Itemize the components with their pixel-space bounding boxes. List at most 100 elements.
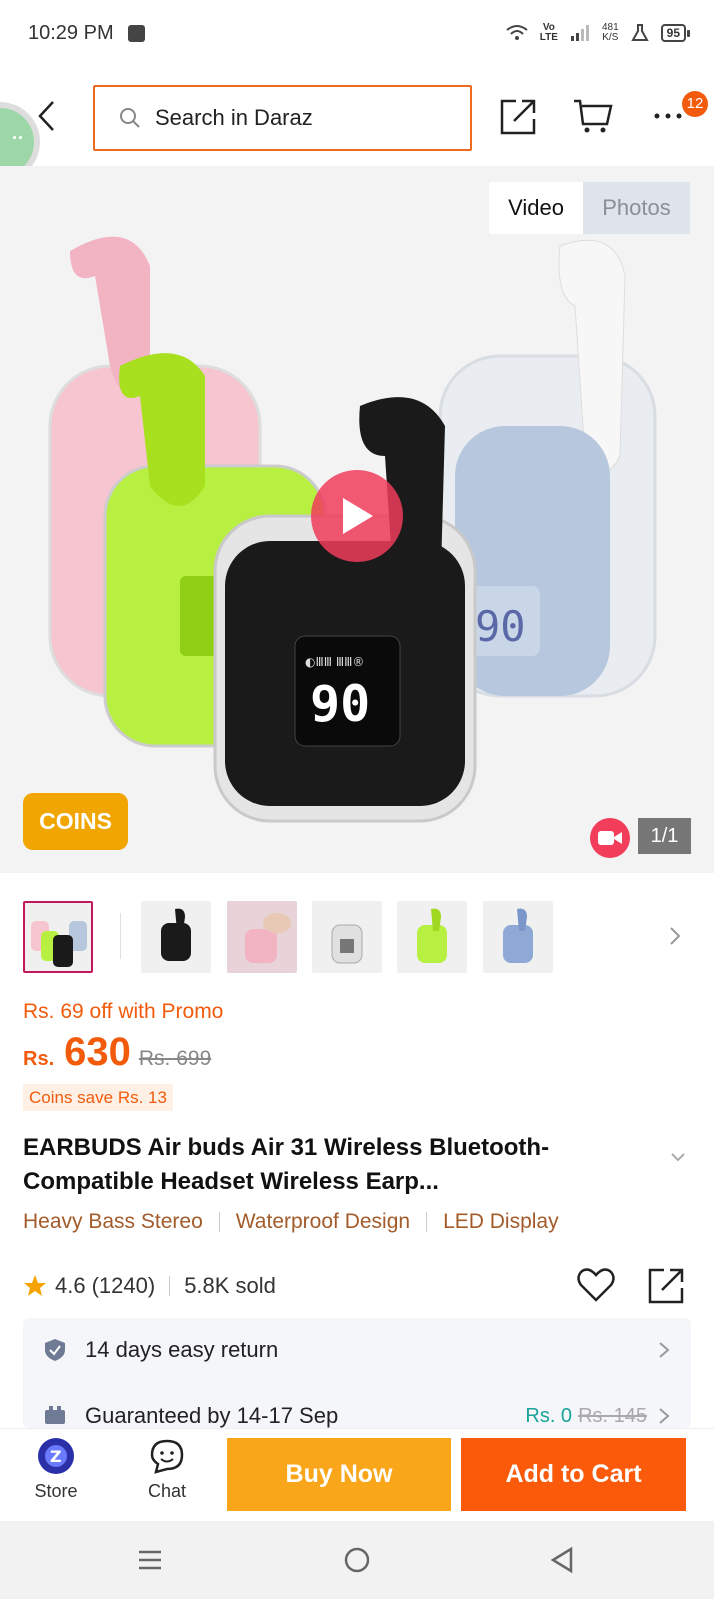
chat-icon <box>150 1439 184 1474</box>
network-speed: 481 K/S <box>602 23 619 43</box>
thumbnail-1[interactable] <box>23 901 93 973</box>
delivery-fee: Rs. 0 <box>525 1404 573 1427</box>
service-info-card: 14 days easy return Guaranteed by 14-17 … <box>23 1318 691 1428</box>
search-input[interactable]: Search in Daraz <box>93 85 472 151</box>
thumbnail-divider <box>120 913 121 959</box>
delivery-row[interactable]: Guaranteed by 14-17 Sep Rs. 0 Rs. 145 <box>23 1388 691 1428</box>
svg-text:Z: Z <box>50 1447 62 1466</box>
price-amount: 630 <box>64 1030 131 1074</box>
product-title: EARBUDS Air buds Air 31 Wireless Bluetoo… <box>23 1134 550 1195</box>
recent-apps-button[interactable] <box>133 1543 167 1577</box>
chevron-down-icon <box>671 1153 685 1162</box>
cart-button[interactable] <box>571 94 615 138</box>
thumbnail-6[interactable] <box>483 901 553 973</box>
status-bar: 10:29 PM Vo LTE 481 K/S 95 <box>0 0 714 66</box>
feature-tags: Heavy Bass Stereo Waterproof Design LED … <box>23 1210 559 1234</box>
feature-tag: LED Display <box>443 1210 559 1233</box>
coins-save-tag: Coins save Rs. 13 <box>23 1084 173 1111</box>
star-icon <box>24 1275 46 1296</box>
thumbnails-next-button[interactable] <box>668 925 688 949</box>
status-icons: Vo LTE 481 K/S 95 <box>506 23 691 43</box>
delivery-old-fee: Rs. 145 <box>578 1404 647 1427</box>
feature-divider <box>218 1212 220 1232</box>
search-icon <box>120 108 140 128</box>
thumbnail-image <box>331 924 363 964</box>
coins-badge: COINS <box>23 793 128 850</box>
more-badge: 12 <box>682 91 708 117</box>
sold-count: 5.8K sold <box>184 1273 276 1298</box>
back-triangle-icon <box>550 1546 573 1574</box>
speed-unit: K/S <box>602 32 619 43</box>
signal-icon <box>570 25 589 41</box>
share-icon <box>500 99 536 135</box>
tab-photos[interactable]: Photos <box>583 182 690 234</box>
buy-now-button[interactable]: Buy Now <box>227 1438 451 1511</box>
price-row: Rs. 630 Rs. 699 <box>23 1030 211 1075</box>
home-button[interactable] <box>340 1543 374 1577</box>
feature-tag: Waterproof Design <box>235 1210 411 1233</box>
return-policy-label: 14 days easy return <box>85 1337 279 1362</box>
video-camera-icon <box>598 831 622 845</box>
flask-icon <box>630 24 649 41</box>
rating-divider <box>169 1276 171 1296</box>
delivery-label: Guaranteed by 14-17 Sep <box>85 1403 339 1428</box>
thumbnail-strip <box>0 873 714 983</box>
store-label: Store <box>34 1481 78 1501</box>
wifi-icon <box>506 25 528 40</box>
product-page: 10:29 PM Vo LTE 481 K/S 95 Search in Daraz <box>0 0 714 1599</box>
chat-label: Chat <box>147 1481 187 1501</box>
original-price: Rs. 699 <box>138 1047 212 1070</box>
notification-icon <box>127 24 145 42</box>
bottom-action-bar: Z Store Chat Buy Now Add to Cart <box>0 1428 714 1521</box>
chat-button[interactable]: Chat <box>131 1437 203 1513</box>
thumbnail-image <box>503 908 533 963</box>
search-placeholder: Search in Daraz <box>155 105 313 130</box>
thumbnail-image <box>245 913 291 963</box>
title-expand-button[interactable] <box>670 1150 692 1172</box>
thumbnail-3[interactable] <box>227 901 297 973</box>
delivery-price: Rs. 0 Rs. 145 <box>525 1405 647 1428</box>
network-bottom: LTE <box>539 32 558 43</box>
store-icon: Z <box>38 1438 74 1474</box>
store-button[interactable]: Z Store <box>20 1437 92 1513</box>
svg-text:90: 90 <box>310 675 370 733</box>
cart-icon <box>574 99 613 133</box>
home-circle-icon <box>344 1547 370 1573</box>
system-nav-bar <box>0 1521 714 1599</box>
return-policy-row[interactable]: 14 days easy return <box>23 1322 691 1378</box>
chevron-right-icon <box>659 1342 670 1358</box>
wishlist-button[interactable] <box>576 1266 618 1306</box>
truck-icon <box>45 1406 65 1424</box>
play-icon <box>343 498 373 534</box>
share-button[interactable] <box>497 94 541 138</box>
dots-icon: ·· <box>12 128 24 148</box>
chevron-right-icon <box>659 1408 670 1424</box>
price-currency: Rs. <box>23 1048 55 1070</box>
thumbnail-4[interactable] <box>312 901 382 973</box>
heart-icon <box>577 1268 615 1302</box>
share-product-button[interactable] <box>648 1266 690 1306</box>
thumbnail-image <box>417 908 447 963</box>
rating-count[interactable]: (1240) <box>92 1273 156 1299</box>
feature-divider <box>426 1212 428 1232</box>
svg-text:90: 90 <box>475 602 526 651</box>
thumbnail-5[interactable] <box>397 901 467 973</box>
network-type: Vo LTE <box>540 23 558 43</box>
thumbnail-image <box>31 921 87 967</box>
tab-video[interactable]: Video <box>489 182 583 234</box>
video-camera-button[interactable] <box>590 818 630 858</box>
status-time: 10:29 PM <box>28 21 114 44</box>
chevron-left-icon <box>38 101 54 131</box>
thumbnail-2[interactable] <box>141 901 211 973</box>
media-tabs: Video Photos <box>489 182 690 234</box>
share-icon <box>648 1268 684 1304</box>
add-to-cart-button[interactable]: Add to Cart <box>461 1438 686 1511</box>
system-back-button[interactable] <box>545 1543 579 1577</box>
rating-score[interactable]: 4.6 <box>55 1273 86 1299</box>
media-counter: 1/1 <box>638 818 691 854</box>
play-button[interactable] <box>311 470 403 562</box>
feature-tag: Heavy Bass Stereo <box>23 1210 203 1233</box>
chevron-right-icon <box>670 927 681 945</box>
rating-row: 4.6 (1240) 5.8K sold <box>23 1266 691 1306</box>
product-media[interactable]: 90 90 ◐ⅢⅢ ⅢⅢ® Video Photos COINS 1/1 <box>0 166 714 873</box>
